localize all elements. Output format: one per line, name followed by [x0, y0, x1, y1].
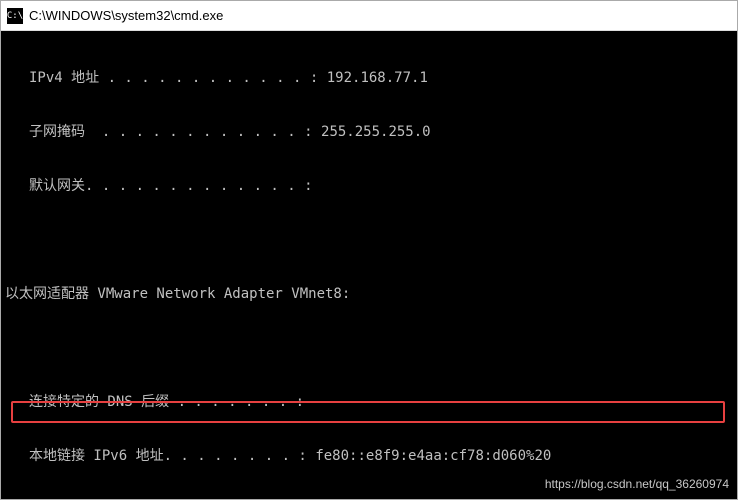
watermark: https://blog.csdn.net/qq_36260974: [545, 475, 729, 493]
output-line: 默认网关. . . . . . . . . . . . . :: [1, 177, 737, 195]
output-line: 连接特定的 DNS 后缀 . . . . . . . :: [1, 393, 737, 411]
terminal-output[interactable]: IPv4 地址 . . . . . . . . . . . . : 192.16…: [1, 31, 737, 499]
cmd-icon: C:\: [7, 8, 23, 24]
cmd-window: C:\ C:\WINDOWS\system32\cmd.exe IPv4 地址 …: [0, 0, 738, 500]
output-line: 子网掩码 . . . . . . . . . . . . : 255.255.2…: [1, 123, 737, 141]
output-line: 本地链接 IPv6 地址. . . . . . . . : fe80::e8f9…: [1, 447, 737, 465]
window-title: C:\WINDOWS\system32\cmd.exe: [29, 8, 223, 23]
blank-line: [1, 231, 737, 249]
blank-line: [1, 339, 737, 357]
adapter-header: 以太网适配器 VMware Network Adapter VMnet8:: [1, 285, 737, 303]
titlebar[interactable]: C:\ C:\WINDOWS\system32\cmd.exe: [1, 1, 737, 31]
output-line: IPv4 地址 . . . . . . . . . . . . : 192.16…: [1, 69, 737, 87]
